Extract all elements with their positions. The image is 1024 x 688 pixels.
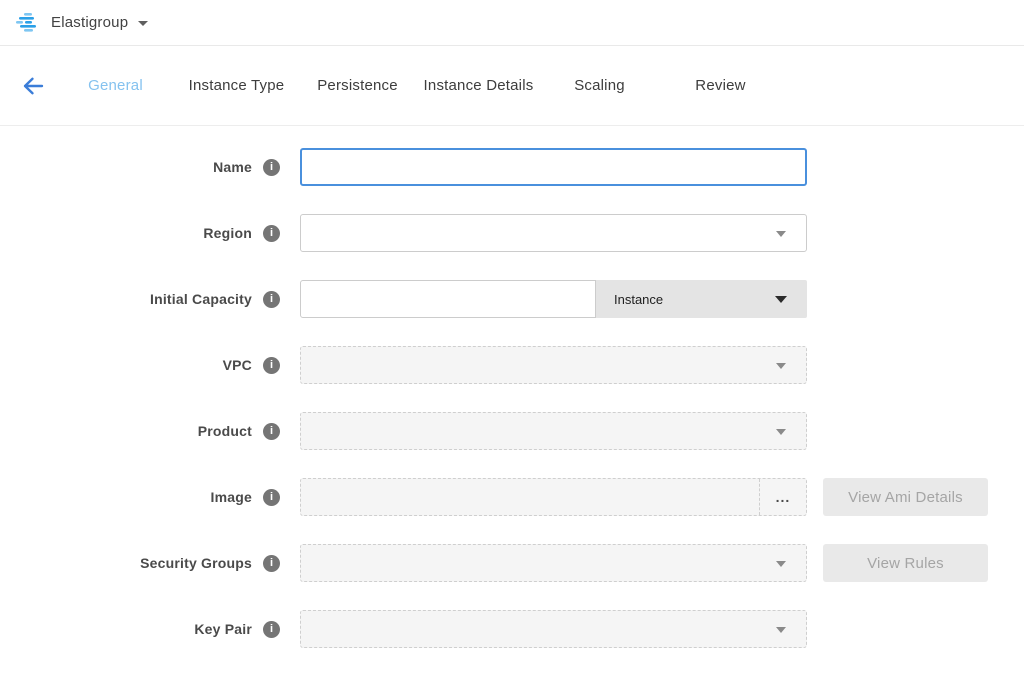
chevron-down-icon — [775, 296, 787, 303]
back-button[interactable] — [22, 76, 44, 96]
chevron-down-icon — [776, 363, 786, 369]
key-pair-select[interactable] — [300, 610, 807, 648]
info-icon[interactable]: i — [263, 621, 280, 638]
name-input[interactable] — [300, 148, 807, 186]
tab-instance-details[interactable]: Instance Details — [418, 77, 539, 94]
tab-general[interactable]: General — [55, 77, 176, 94]
image-field-row: Image i ... View Ami Details — [0, 478, 1024, 516]
capacity-unit-value: Instance — [614, 292, 663, 307]
initial-capacity-label: Initial Capacity — [0, 291, 252, 307]
region-select[interactable] — [300, 214, 807, 252]
app-name-label: Elastigroup — [51, 14, 128, 31]
chevron-down-icon — [776, 231, 786, 237]
image-input[interactable]: ... — [300, 478, 807, 516]
info-icon[interactable]: i — [263, 159, 280, 176]
elastigroup-logo-icon — [16, 13, 40, 32]
vpc-field-row: VPC i — [0, 346, 1024, 384]
security-groups-label: Security Groups — [0, 555, 252, 571]
region-label: Region — [0, 225, 252, 241]
chevron-down-icon — [776, 627, 786, 633]
name-field-row: Name i — [0, 148, 1024, 186]
image-browse-button[interactable]: ... — [759, 479, 806, 515]
tab-scaling[interactable]: Scaling — [539, 77, 660, 94]
tab-review[interactable]: Review — [660, 77, 781, 94]
tab-instance-type[interactable]: Instance Type — [176, 77, 297, 94]
info-icon[interactable]: i — [263, 291, 280, 308]
info-icon[interactable]: i — [263, 555, 280, 572]
info-icon[interactable]: i — [263, 423, 280, 440]
info-icon[interactable]: i — [263, 357, 280, 374]
tab-persistence[interactable]: Persistence — [297, 77, 418, 94]
capacity-unit-select[interactable]: Instance — [596, 280, 807, 318]
product-field-row: Product i — [0, 412, 1024, 450]
vpc-select[interactable] — [300, 346, 807, 384]
key-pair-field-row: Key Pair i — [0, 610, 1024, 648]
initial-capacity-field-row: Initial Capacity i Instance — [0, 280, 1024, 318]
app-header: Elastigroup — [0, 0, 1024, 46]
tabs: General Instance Type Persistence Instan… — [55, 77, 781, 94]
security-groups-select[interactable] — [300, 544, 807, 582]
product-select[interactable] — [300, 412, 807, 450]
arrow-left-icon — [25, 79, 42, 93]
name-label: Name — [0, 159, 252, 175]
chevron-down-icon — [138, 21, 148, 26]
image-label: Image — [0, 489, 252, 505]
initial-capacity-input[interactable] — [300, 280, 596, 318]
security-groups-field-row: Security Groups i View Rules — [0, 544, 1024, 582]
region-field-row: Region i — [0, 214, 1024, 252]
view-rules-button[interactable]: View Rules — [823, 544, 988, 582]
vpc-label: VPC — [0, 357, 252, 373]
key-pair-label: Key Pair — [0, 621, 252, 637]
product-label: Product — [0, 423, 252, 439]
chevron-down-icon — [776, 429, 786, 435]
general-settings-form: Name i Region i Initial Capacity i Insta… — [0, 126, 1024, 648]
chevron-down-icon — [776, 561, 786, 567]
view-ami-details-button[interactable]: View Ami Details — [823, 478, 988, 516]
info-icon[interactable]: i — [263, 225, 280, 242]
info-icon[interactable]: i — [263, 489, 280, 506]
wizard-tab-bar: General Instance Type Persistence Instan… — [0, 46, 1024, 126]
elastigroup-app-menu[interactable]: Elastigroup — [51, 14, 148, 31]
